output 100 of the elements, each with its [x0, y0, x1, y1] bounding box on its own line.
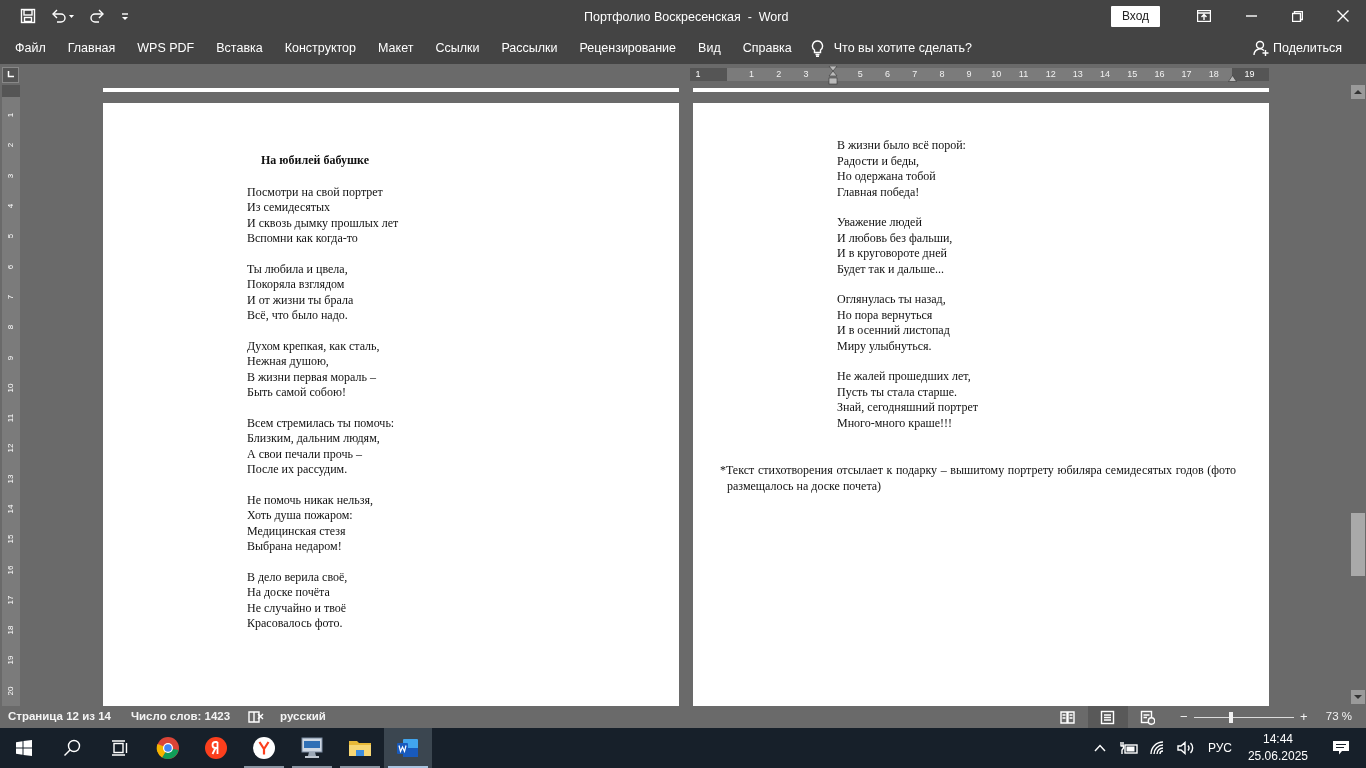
tab-selector-button[interactable] [2, 66, 19, 83]
ribbon-tab[interactable]: Ссылки [424, 32, 491, 64]
share-button[interactable]: Поделиться [1252, 38, 1342, 58]
poem-line: В жизни было всё порой: [837, 138, 967, 154]
right-indent-marker[interactable] [1228, 75, 1237, 82]
ribbon-tab[interactable]: Главная [56, 32, 127, 64]
sign-in-button[interactable]: Вход [1111, 5, 1160, 27]
zoom-out-button[interactable]: − [1177, 707, 1190, 727]
poem-line: Медицинская стезя [247, 523, 347, 539]
redo-icon[interactable] [90, 8, 106, 24]
poem-line: Уважение людей [837, 215, 923, 231]
save-icon[interactable] [20, 8, 36, 24]
scrollbar-thumb[interactable] [1351, 513, 1365, 576]
letter-logo-icon [204, 736, 228, 760]
ruler-number: 16 [1153, 68, 1166, 81]
ruler-number: 4 [7, 203, 15, 209]
read-mode-icon [1060, 709, 1076, 725]
ribbon-display-icon[interactable] [1197, 10, 1211, 22]
customize-toolbar-icon[interactable] [120, 11, 130, 21]
poem-line: После их рассудим. [247, 462, 349, 478]
poem-line: В жизни первая мораль – [247, 369, 377, 385]
ribbon-tab[interactable]: Вставка [205, 32, 274, 64]
document-app-icon [396, 736, 420, 760]
restore-icon[interactable] [1291, 10, 1303, 22]
language-label: русский [280, 709, 326, 725]
clock-time[interactable]: 14:44 [1262, 731, 1293, 748]
zoom-in-button[interactable]: + [1297, 707, 1310, 727]
ribbon-tab[interactable]: Вид [687, 32, 732, 64]
computer-monitor-icon [300, 736, 324, 760]
poem-line: Нежная душою, [247, 354, 330, 370]
view-button[interactable] [1087, 706, 1128, 728]
notification-icon[interactable] [1332, 740, 1350, 756]
word-count: Число слов: 1423 [130, 709, 231, 725]
running-indicator [388, 766, 428, 768]
ruler-number: 16 [7, 565, 15, 575]
ruler-number: 1 [694, 68, 702, 81]
scroll-down-icon[interactable] [1351, 690, 1365, 704]
ribbon-tab[interactable]: Рассылки [490, 32, 569, 64]
footnote-text: *Текст стихотворения отсылает к подарку – вышитому портрету юбиляра семидесятых годов (фото размещалось на доске почета) [720, 463, 1236, 494]
ruler-number: 8 [938, 68, 946, 81]
ruler-margin-area [2, 85, 20, 97]
poem-line: Пусть ты стала старше. [837, 384, 959, 400]
print-layout-icon [1100, 709, 1116, 725]
scroll-up-icon[interactable] [1351, 85, 1365, 99]
running-indicator [244, 766, 284, 768]
ribbon-tab[interactable]: Конструктор [273, 32, 367, 64]
poem-line: И в осенний листопад [837, 323, 951, 339]
vertical-scrollbar[interactable] [1350, 85, 1366, 706]
clock-date[interactable]: 25.06.2025 [1247, 748, 1308, 765]
ruler-number: 7 [7, 294, 15, 300]
ruler-number: 17 [1180, 68, 1193, 81]
poem-line: Всё, что было надо. [247, 308, 349, 324]
proofing-icon[interactable] [248, 710, 265, 724]
ribbon-tab[interactable]: WPS PDF [126, 32, 206, 64]
poem-line: Не жалей прошедших лет, [837, 369, 972, 385]
ruler-number: 14 [7, 504, 15, 514]
battery-charging-icon[interactable] [1119, 741, 1138, 755]
poem-line: Выбрана недаром! [247, 539, 343, 555]
ruler-number: 3 [7, 173, 15, 178]
speaker-icon[interactable] [1176, 741, 1195, 755]
minimize-icon[interactable] [1245, 15, 1257, 17]
ribbon-tab[interactable]: Рецензирование [568, 32, 688, 64]
close-icon[interactable] [1337, 10, 1349, 22]
ruler-number: 7 [911, 68, 919, 81]
poem-line: Ты любила и цвела, [247, 261, 349, 277]
lightbulb-icon[interactable] [810, 39, 824, 57]
search-icon[interactable] [63, 739, 81, 757]
tell-me-search[interactable]: Что вы хотите сделать? [833, 38, 972, 58]
poem-line: И в круговороте дней [837, 246, 948, 262]
person-add-icon [1252, 40, 1269, 56]
poem-line: Главная победа! [837, 184, 921, 200]
poem-line: А свои печали прочь – [247, 446, 363, 462]
ribbon-tab[interactable]: Файл [4, 32, 57, 64]
poem-line: Красовалось фото. [247, 616, 344, 632]
poem-line: Но одержана тобой [837, 169, 937, 185]
indent-marker[interactable] [828, 66, 839, 86]
poem-line: Вспомни как когда-то [247, 231, 359, 247]
task-view-icon[interactable] [111, 740, 129, 756]
zoom-slider-thumb[interactable] [1228, 711, 1233, 723]
poem-line: И от жизни ты брала [247, 292, 355, 308]
poem-line: Близким, дальним людям, [247, 431, 381, 447]
ribbon-tab[interactable]: Справка [731, 32, 803, 64]
poem-line: И сквозь дымку прошлых лет [247, 215, 400, 231]
ruler-number: 9 [7, 355, 15, 360]
poem-line: Не помочь никак нельзя, [247, 492, 375, 508]
undo-icon[interactable] [50, 8, 76, 24]
ruler-number: 9 [965, 68, 973, 81]
ribbon-tab[interactable]: Макет [367, 32, 425, 64]
input-language-button[interactable]: РУС [1207, 739, 1232, 757]
ruler-number: 1 [7, 112, 15, 118]
windows-logo-icon[interactable] [16, 740, 32, 756]
ruler-number: 18 [7, 625, 15, 635]
poem-line: Много-много краше!!! [837, 415, 954, 431]
poem-line: В дело верила своё, [247, 569, 349, 585]
poem-line: Будет так и дальше... [837, 261, 946, 277]
poem-line: Покоряла взглядом [247, 277, 346, 293]
zoom-slider[interactable] [1193, 711, 1294, 723]
chevron-up-icon[interactable] [1093, 744, 1106, 752]
ruler-number: 5 [7, 234, 15, 239]
window-title: Портфолио Воскресенская - Word [584, 9, 789, 26]
